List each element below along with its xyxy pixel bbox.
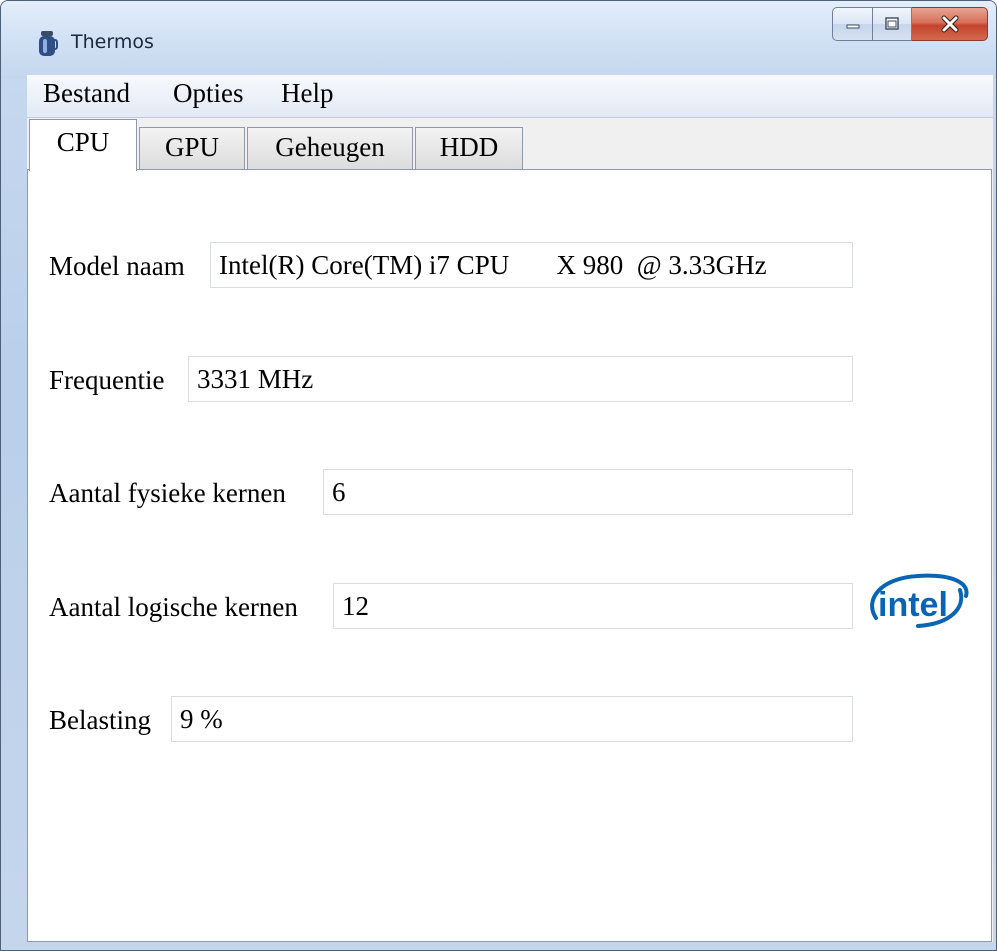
thermos-icon: [39, 31, 58, 56]
menu-opties[interactable]: Opties: [169, 78, 248, 109]
window-controls: [832, 7, 988, 45]
tab-strip: CPU GPU Geheugen HDD: [27, 118, 993, 171]
model-name-field[interactable]: Intel(R) Core(TM) i7 CPU X 980 @ 3.33GHz: [210, 242, 853, 288]
tab-hdd[interactable]: HDD: [415, 127, 523, 169]
menu-bestand[interactable]: Bestand: [39, 78, 134, 109]
app-window: Thermos Bestand Opties Help CPU GPU Gehe…: [0, 0, 997, 951]
minimize-button[interactable]: [832, 7, 872, 41]
maximize-icon: [885, 17, 899, 30]
frequency-label: Frequentie: [49, 365, 165, 395]
logical-cores-label: Aantal logische kernen: [49, 592, 298, 622]
cpu-tab-panel: Model naam Intel(R) Core(TM) i7 CPU X 98…: [27, 169, 992, 942]
tab-gpu[interactable]: GPU: [139, 127, 245, 169]
tab-cpu[interactable]: CPU: [29, 119, 137, 171]
title-bar[interactable]: Thermos: [1, 1, 996, 79]
logical-cores-field[interactable]: 12: [333, 583, 853, 629]
close-button[interactable]: [912, 7, 988, 41]
load-field[interactable]: 9 %: [171, 696, 853, 742]
frequency-field[interactable]: 3331 MHz: [188, 356, 853, 402]
tab-geheugen[interactable]: Geheugen: [247, 127, 413, 169]
physical-cores-field[interactable]: 6: [323, 469, 853, 515]
load-label: Belasting: [49, 705, 151, 735]
model-name-label: Model naam: [49, 251, 185, 281]
close-icon: [941, 15, 958, 33]
minimize-icon: [846, 24, 859, 29]
intel-logo-text: intel: [878, 586, 948, 624]
physical-cores-label: Aantal fysieke kernen: [49, 478, 286, 508]
intel-logo: intel: [870, 573, 969, 628]
client-area: CPU GPU Geheugen HDD Model naam Intel(R)…: [27, 118, 993, 942]
maximize-button[interactable]: [872, 7, 912, 41]
menu-help[interactable]: Help: [277, 78, 337, 109]
window-title: Thermos: [71, 31, 154, 53]
menu-bar: Bestand Opties Help: [27, 75, 993, 118]
